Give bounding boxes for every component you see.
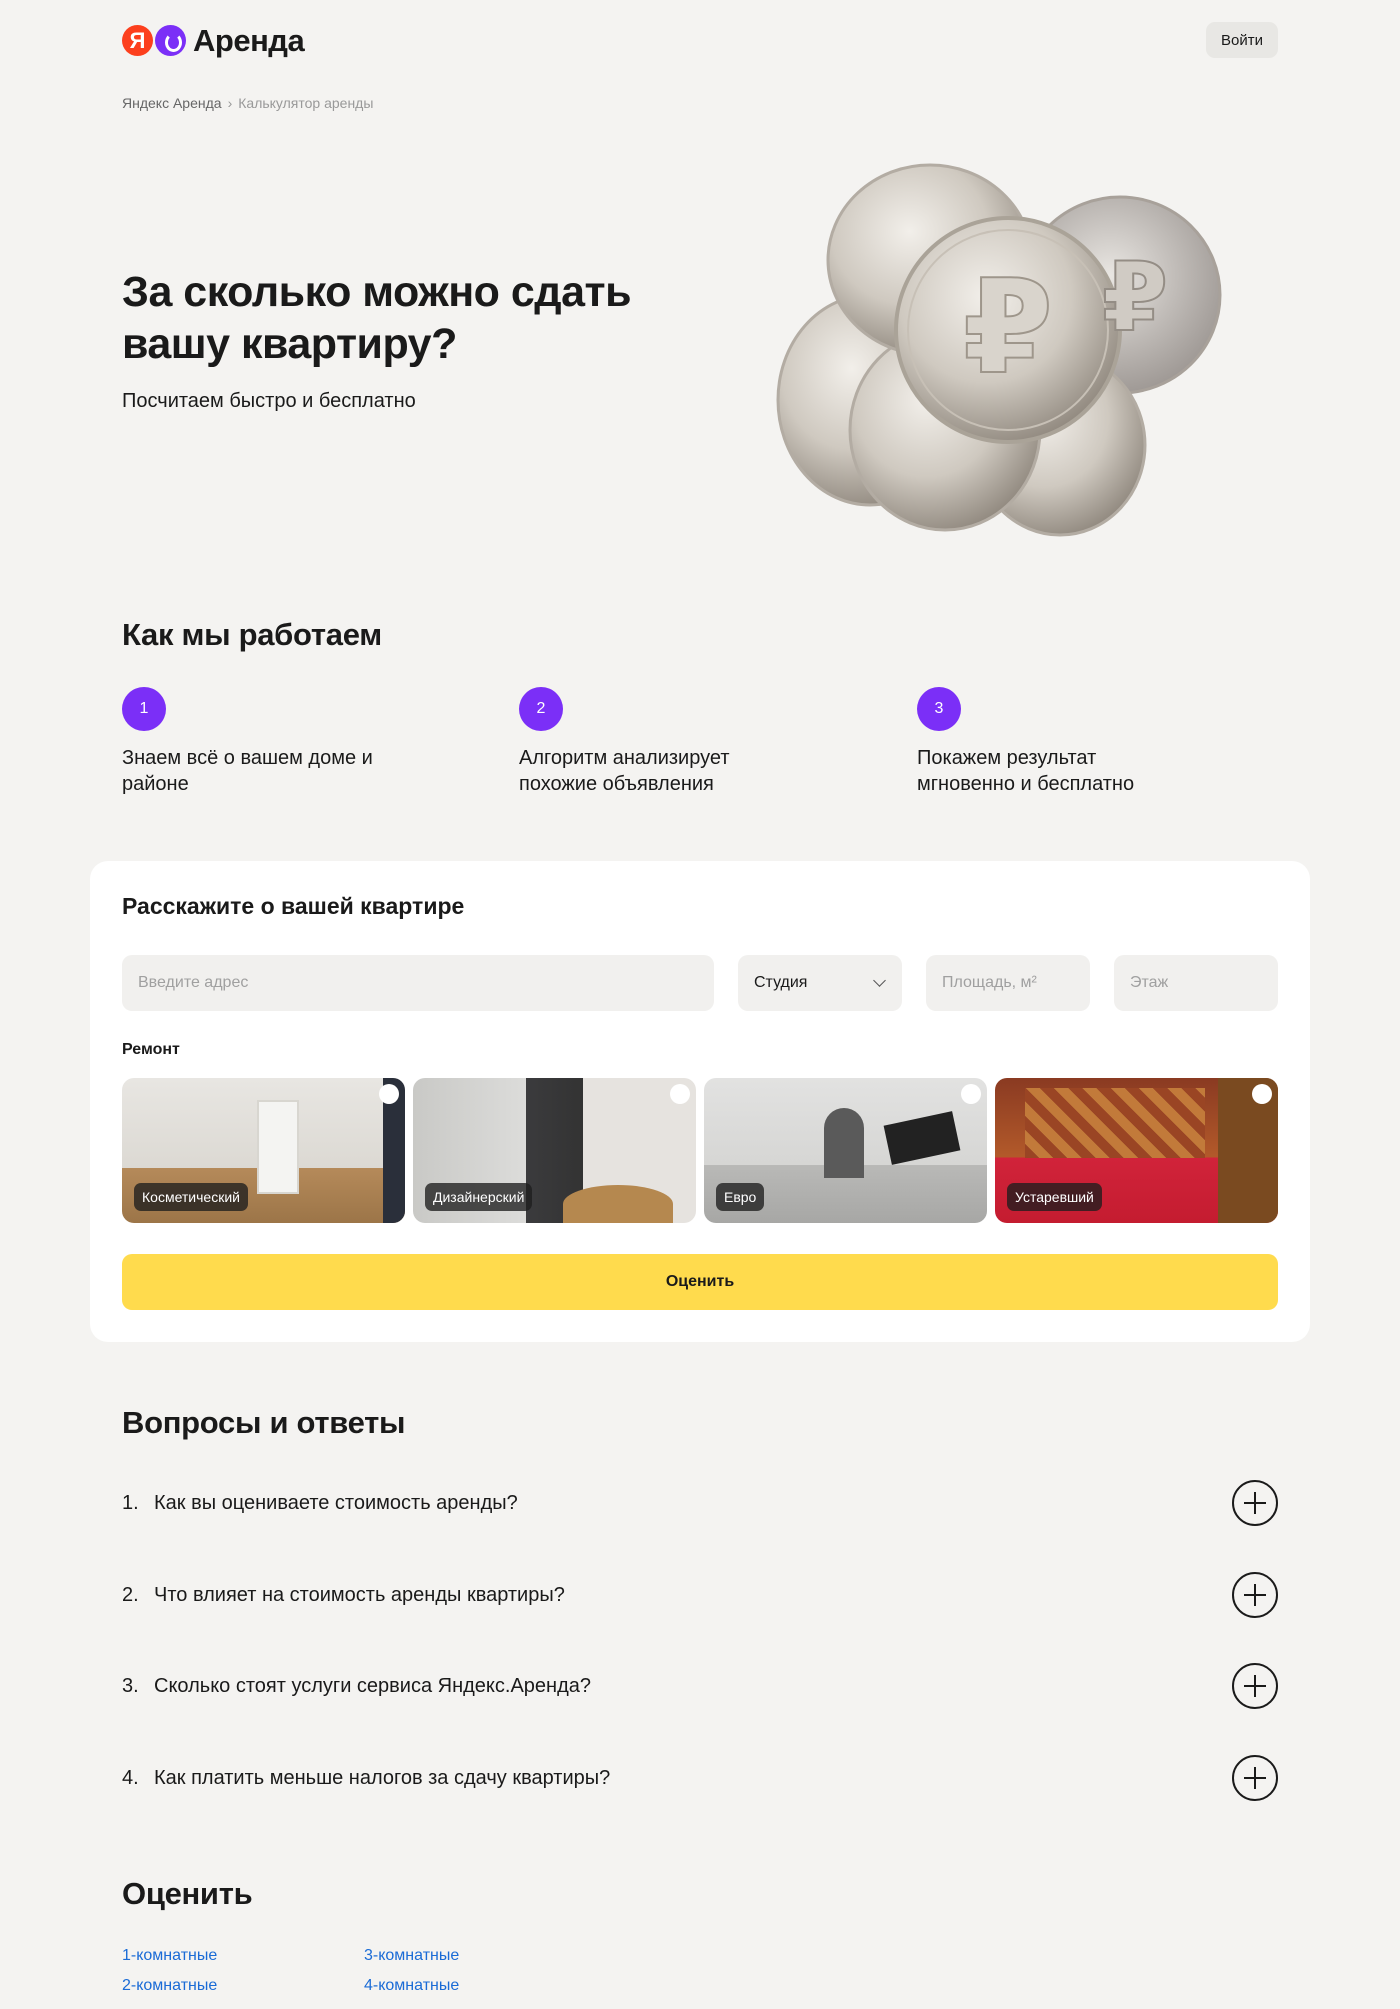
estimate-submit-button[interactable]: Оценить xyxy=(122,1254,1278,1310)
arenda-logo-icon xyxy=(155,25,186,56)
breadcrumb-home-link[interactable]: Яндекс Аренда xyxy=(122,95,222,111)
faq-question: Сколько стоят услуги сервиса Яндекс.Арен… xyxy=(154,1674,592,1697)
arch-image xyxy=(824,1108,864,1178)
faq-item[interactable]: 1. Как вы оцениваете стоимость аренды? xyxy=(122,1480,1278,1526)
step-text: Алгоритм анализирует похожие объявления xyxy=(519,747,730,795)
step-3: 3 Покажем результат мгновенно и бесплатн… xyxy=(917,687,1217,797)
apartment-form-card: Расскажите о вашей квартире Введите адре… xyxy=(90,861,1310,1342)
faq-item[interactable]: 2. Что влияет на стоимость аренды кварти… xyxy=(122,1572,1278,1618)
repair-radio[interactable] xyxy=(1252,1084,1272,1104)
header: Я Аренда Войти xyxy=(122,22,1278,59)
plus-icon[interactable] xyxy=(1232,1663,1278,1709)
repair-option-label: Косметический xyxy=(134,1183,248,1211)
repair-option-label: Дизайнерский xyxy=(425,1183,533,1211)
area-input[interactable]: Площадь, м² xyxy=(926,955,1090,1011)
svg-text:₽: ₽ xyxy=(1102,243,1168,353)
repair-radio[interactable] xyxy=(379,1084,399,1104)
door-image xyxy=(257,1100,299,1194)
faq-number: 3. xyxy=(122,1674,139,1697)
faq-question: Как платить меньше налогов за сдачу квар… xyxy=(154,1766,611,1789)
repair-radio[interactable] xyxy=(961,1084,981,1104)
tv-image xyxy=(883,1111,961,1165)
plus-icon[interactable] xyxy=(1232,1755,1278,1801)
step-number-badge: 3 xyxy=(917,687,961,731)
repair-option-label: Евро xyxy=(716,1183,765,1211)
plus-icon[interactable] xyxy=(1232,1572,1278,1618)
breadcrumb: Яндекс Аренда › Калькулятор аренды xyxy=(122,95,373,111)
step-text: Знаем всё о вашем доме и районе xyxy=(122,747,373,795)
table-image xyxy=(563,1185,673,1223)
yandex-logo-icon: Я xyxy=(122,25,153,56)
form-title: Расскажите о вашей квартире xyxy=(122,893,465,919)
faq-number: 4. xyxy=(122,1766,139,1789)
step-1: 1 Знаем всё о вашем доме и районе xyxy=(122,687,422,797)
rooms-select-value: Студия xyxy=(754,974,808,991)
repair-option-cosmetic[interactable]: Косметический xyxy=(122,1078,405,1223)
faq-item[interactable]: 3. Сколько стоят услуги сервиса Яндекс.А… xyxy=(122,1663,1278,1709)
login-button[interactable]: Войти xyxy=(1206,22,1278,58)
link-4-room[interactable]: 4-комнатные xyxy=(364,1977,459,1995)
breadcrumb-separator: › xyxy=(227,95,233,111)
repair-option-euro[interactable]: Евро xyxy=(704,1078,987,1223)
logo[interactable]: Я Аренда xyxy=(122,22,305,59)
link-3-room[interactable]: 3-комнатные xyxy=(364,1947,459,1965)
repair-label: Ремонт xyxy=(122,1041,180,1058)
hero-subtitle: Посчитаем быстро и бесплатно xyxy=(122,390,416,412)
breadcrumb-current: Калькулятор аренды xyxy=(238,95,374,111)
faq-number: 2. xyxy=(122,1583,139,1606)
how-it-works-title: Как мы работаем xyxy=(122,617,382,652)
step-number-badge: 2 xyxy=(519,687,563,731)
logo-text: Аренда xyxy=(193,22,305,58)
page-title: За сколько можно сдать вашу квартиру? xyxy=(122,268,632,368)
rooms-select[interactable]: Студия xyxy=(738,955,902,1011)
faq-question: Как вы оцениваете стоимость аренды? xyxy=(154,1491,518,1514)
step-text: Покажем результат мгновенно и бесплатно xyxy=(917,747,1135,795)
faq-question: Что влияет на стоимость аренды квартиры? xyxy=(154,1583,565,1606)
link-1-room[interactable]: 1-комнатные xyxy=(122,1947,217,1965)
repair-radio[interactable] xyxy=(670,1084,690,1104)
estimate-title: Оценить xyxy=(122,1876,253,1911)
faq-title: Вопросы и ответы xyxy=(122,1405,406,1440)
plus-icon[interactable] xyxy=(1232,1480,1278,1526)
repair-option-outdated[interactable]: Устаревший xyxy=(995,1078,1278,1223)
floor-input[interactable]: Этаж xyxy=(1114,955,1278,1011)
faq-number: 1. xyxy=(122,1491,139,1514)
step-number-badge: 1 xyxy=(122,687,166,731)
repair-option-designer[interactable]: Дизайнерский xyxy=(413,1078,696,1223)
carpet-image xyxy=(1025,1088,1205,1158)
faq-item[interactable]: 4. Как платить меньше налогов за сдачу к… xyxy=(122,1755,1278,1801)
link-2-room[interactable]: 2-комнатные xyxy=(122,1977,217,1995)
step-2: 2 Алгоритм анализирует похожие объявлени… xyxy=(519,687,819,797)
coins-illustration: ₽ ₽ xyxy=(776,163,1222,537)
repair-option-label: Устаревший xyxy=(1007,1183,1102,1211)
svg-text:₽: ₽ xyxy=(963,251,1053,403)
chevron-down-icon xyxy=(873,974,886,987)
address-input[interactable]: Введите адрес xyxy=(122,955,714,1011)
